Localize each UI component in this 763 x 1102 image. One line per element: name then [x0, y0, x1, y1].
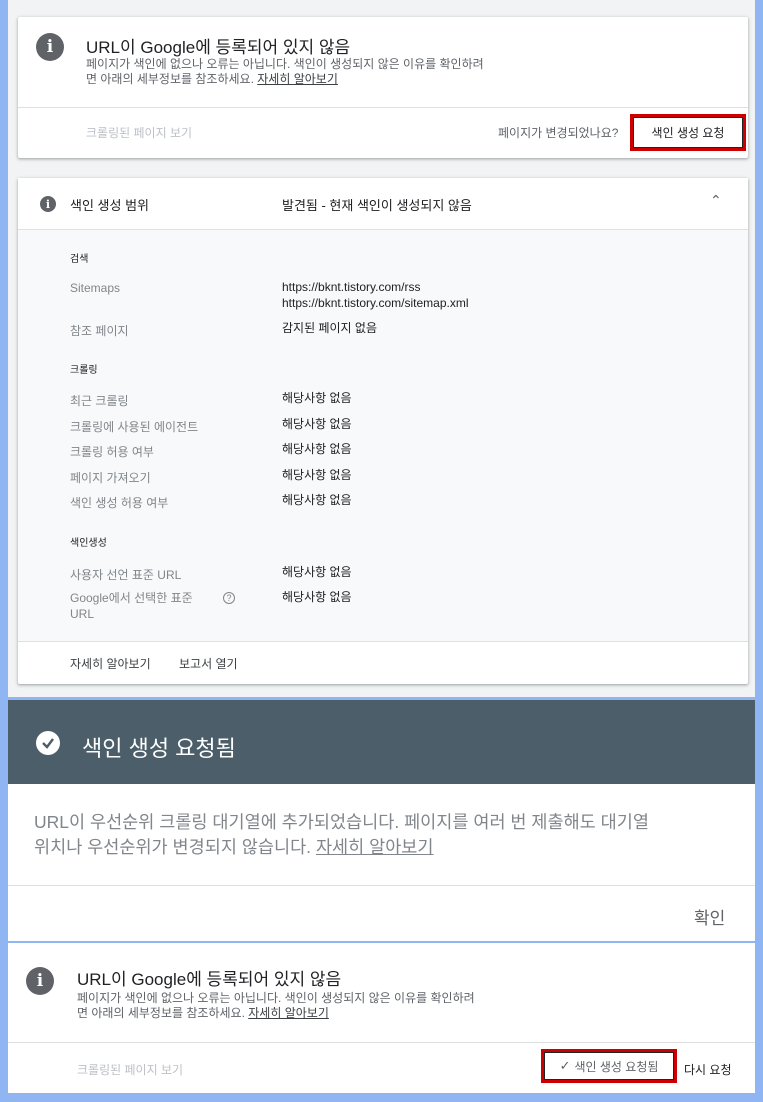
google-canonical-label: Google에서 선택한 표준 URL [70, 590, 193, 622]
bottom-desc-text: 면 아래의 세부정보를 참조하세요. [77, 1006, 245, 1020]
section-crawl: 크롤링 [70, 365, 98, 376]
top-panel: i URL이 Google에 등록되어 있지 않음 페이지가 색인에 없으나 오… [8, 0, 755, 697]
google-canonical-label-line2: URL [70, 607, 95, 621]
coverage-details: 검색 Sitemaps https://bknt.tistory.com/rss… [18, 230, 748, 641]
coverage-learn-more-button[interactable]: 자세히 알아보기 [70, 655, 151, 672]
coverage-footer-divider [18, 641, 748, 642]
info-icon: i [36, 33, 64, 61]
bottom-status-description: 페이지가 색인에 없으나 오류는 아닙니다. 색인이 생성되지 않은 이유를 확… [77, 991, 475, 1021]
status-desc-line2: 면 아래의 세부정보를 참조하세요. 자세히 알아보기 [86, 72, 484, 87]
coverage-card: i 색인 생성 범위 발견됨 - 현재 색인이 생성되지 않음 ⌃ 검색 Sit… [18, 178, 748, 684]
page-fetch-label: 페이지 가져오기 [70, 471, 151, 485]
indexing-allowed-label: 색인 생성 허용 여부 [70, 496, 169, 510]
coverage-header[interactable]: i 색인 생성 범위 발견됨 - 현재 색인이 생성되지 않음 ⌃ [18, 178, 748, 229]
url-status-card: i URL이 Google에 등록되어 있지 않음 페이지가 색인에 없으나 오… [18, 17, 748, 158]
indexing-requested-inner: ✓ 색인 생성 요청됨 [544, 1052, 674, 1080]
section-search: 검색 [70, 254, 89, 265]
status-title: URL이 Google에 등록되어 있지 않음 [86, 38, 351, 57]
status-desc-text: 면 아래의 세부정보를 참조하세요. [86, 72, 254, 86]
indexing-requested-label: 색인 생성 요청됨 [574, 1059, 659, 1074]
referring-page-label: 참조 페이지 [70, 324, 129, 338]
coverage-label: 색인 생성 범위 [70, 198, 149, 213]
last-crawl-value: 해당사항 없음 [282, 391, 352, 405]
bottom-status-title: URL이 Google에 등록되어 있지 않음 [77, 970, 342, 989]
help-icon[interactable]: ? [223, 592, 235, 604]
bottom-desc-line2: 면 아래의 세부정보를 참조하세요. 자세히 알아보기 [77, 1006, 475, 1021]
indexing-allowed-value: 해당사항 없음 [282, 493, 352, 507]
page-fetch-value: 해당사항 없음 [282, 468, 352, 482]
request-indexing-label: 색인 생성 요청 [651, 126, 725, 140]
dialog-title: 색인 생성 요청됨 [82, 736, 236, 761]
user-canonical-label: 사용자 선언 표준 URL [70, 568, 182, 582]
card-divider [18, 107, 748, 108]
chevron-up-icon[interactable]: ⌃ [710, 192, 722, 209]
indexing-requested-button[interactable]: ✓ 색인 생성 요청됨 [541, 1049, 677, 1083]
sitemap-url-2[interactable]: https://bknt.tistory.com/sitemap.xml [282, 296, 469, 311]
referring-page-value: 감지된 페이지 없음 [282, 321, 377, 335]
crawl-allowed-label: 크롤링 허용 여부 [70, 445, 154, 459]
google-canonical-label-line1: Google에서 선택한 표준 [70, 591, 193, 605]
check-icon: ✓ [559, 1058, 571, 1073]
request-indexing-button[interactable]: 색인 생성 요청 [630, 114, 746, 151]
dialog-body: URL이 우선순위 크롤링 대기열에 추가되었습니다. 페이지를 여러 번 제출… [8, 784, 755, 941]
dialog-header: 색인 생성 요청됨 [8, 700, 755, 784]
request-indexing-inner: 색인 생성 요청 [633, 117, 743, 148]
sitemaps-label: Sitemaps [70, 281, 121, 295]
status-desc-line1: 페이지가 색인에 없으나 오류는 아닙니다. 색인이 생성되지 않은 이유를 확… [86, 57, 484, 71]
coverage-status: 발견됨 - 현재 색인이 생성되지 않음 [282, 198, 472, 213]
section-indexing: 색인생성 [70, 538, 107, 549]
bottom-status-card: i URL이 Google에 등록되어 있지 않음 페이지가 색인에 없으나 오… [8, 943, 755, 1093]
dialog-message: URL이 우선순위 크롤링 대기열에 추가되었습니다. 페이지를 여러 번 제출… [34, 810, 744, 860]
bottom-view-crawled-button[interactable]: 크롤링된 페이지 보기 [77, 1061, 183, 1078]
learn-more-link[interactable]: 자세히 알아보기 [257, 72, 338, 86]
bottom-learn-more-link[interactable]: 자세히 알아보기 [248, 1006, 329, 1020]
sitemap-url-1[interactable]: https://bknt.tistory.com/rss [282, 280, 420, 295]
open-report-button[interactable]: 보고서 열기 [179, 655, 238, 672]
request-again-button[interactable]: 다시 요청 [684, 1061, 732, 1078]
bottom-card-divider [8, 1042, 755, 1043]
check-circle-icon [36, 731, 60, 755]
dialog-message-line1: URL이 우선순위 크롤링 대기열에 추가되었습니다. 페이지를 여러 번 제출… [34, 812, 649, 832]
crawled-as-label: 크롤링에 사용된 에이전트 [70, 420, 199, 434]
bottom-info-icon: i [26, 967, 54, 995]
google-canonical-value: 해당사항 없음 [282, 590, 352, 604]
coverage-info-icon: i [40, 196, 56, 212]
ok-button[interactable]: 확인 [694, 904, 725, 929]
user-canonical-value: 해당사항 없음 [282, 565, 352, 579]
page-changed-text: 페이지가 변경되었나요? [498, 126, 619, 140]
status-description: 페이지가 색인에 없으나 오류는 아닙니다. 색인이 생성되지 않은 이유를 확… [86, 57, 484, 87]
crawled-as-value: 해당사항 없음 [282, 417, 352, 431]
last-crawl-label: 최근 크롤링 [70, 394, 129, 408]
view-crawled-page-button[interactable]: 크롤링된 페이지 보기 [86, 124, 192, 141]
dialog-message-line2: 위치나 우선순위가 변경되지 않습니다. 자세히 알아보기 [34, 835, 744, 860]
crawl-allowed-value: 해당사항 없음 [282, 442, 352, 456]
dialog-divider [8, 885, 755, 886]
bottom-desc-line1: 페이지가 색인에 없으나 오류는 아닙니다. 색인이 생성되지 않은 이유를 확… [77, 991, 475, 1005]
dialog-learn-more-link[interactable]: 자세히 알아보기 [316, 837, 434, 857]
dialog-message-text: 위치나 우선순위가 변경되지 않습니다. [34, 837, 312, 857]
